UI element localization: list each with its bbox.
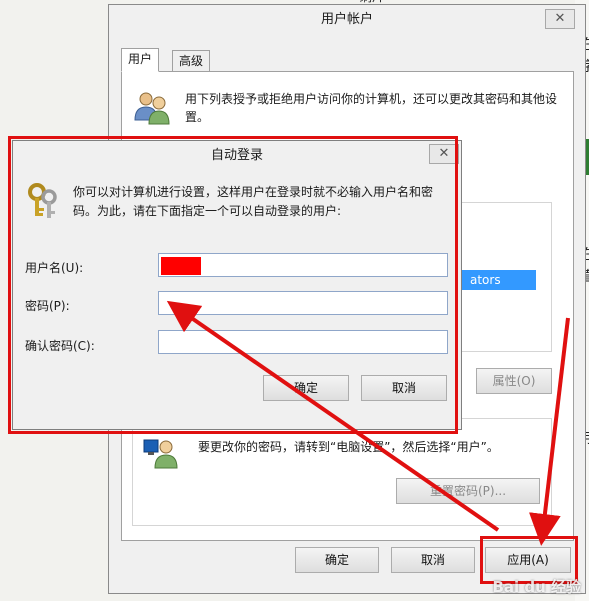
watermark: Bai du 经验 — [492, 578, 581, 596]
auto-login-description: 你可以对计算机进行设置，这样用户在登录时就不必输入用户名和密码。为此，请在下面指… — [73, 185, 434, 218]
user-list-selected-item[interactable]: ators — [462, 270, 536, 290]
user-accounts-close-button[interactable]: ✕ — [545, 9, 575, 29]
username-redaction — [161, 257, 201, 275]
auto-login-close-button[interactable]: ✕ — [429, 144, 459, 164]
user-accounts-title: 用户帐户 — [109, 5, 585, 35]
confirm-password-label: 确认密码(C): — [25, 339, 95, 353]
username-label: 用户名(U): — [25, 261, 84, 275]
close-icon: ✕ — [438, 146, 450, 161]
user-accounts-ok-button[interactable]: 确定 — [295, 547, 379, 573]
auto-login-cancel-button[interactable]: 取消 — [361, 375, 447, 401]
auto-login-ok-button[interactable]: 确定 — [263, 375, 349, 401]
properties-button[interactable]: 属性(O) — [476, 368, 552, 394]
user-accounts-apply-button[interactable]: 应用(A) — [485, 547, 571, 573]
auto-login-title: 自动登录 — [210, 148, 263, 163]
user-accounts-cancel-button[interactable]: 取消 — [391, 547, 475, 573]
tab-advanced[interactable]: 高级 — [172, 50, 211, 72]
user-computer-icon — [143, 439, 178, 469]
tab-users[interactable]: 用户 — [121, 48, 160, 72]
close-icon: ✕ — [554, 11, 566, 26]
username-field[interactable] — [158, 253, 448, 277]
password-label: 密码(P): — [25, 299, 70, 313]
auto-login-dialog: 自动登录 ✕ 你可以对计算机进行设置，这样用户在登录时就不必输入用户名和密码。为… — [12, 140, 462, 430]
password-field[interactable] — [158, 291, 448, 315]
users-intro-text: 用下列表授予或拒绝用户访问你的计算机，还可以更改其密码和其他设置。 — [185, 92, 558, 124]
password-group — [132, 418, 552, 526]
tab-users-label: 用户 — [128, 52, 153, 66]
users-icon — [134, 92, 170, 125]
password-note: 要更改你的密码，请转到“电脑设置”，然后选择“用户”。 — [198, 440, 499, 454]
confirm-password-field[interactable] — [158, 330, 448, 354]
reset-password-button[interactable]: 重置密码(P)... — [396, 478, 540, 504]
tab-advanced-label: 高级 — [179, 54, 204, 68]
keys-icon — [28, 183, 57, 218]
